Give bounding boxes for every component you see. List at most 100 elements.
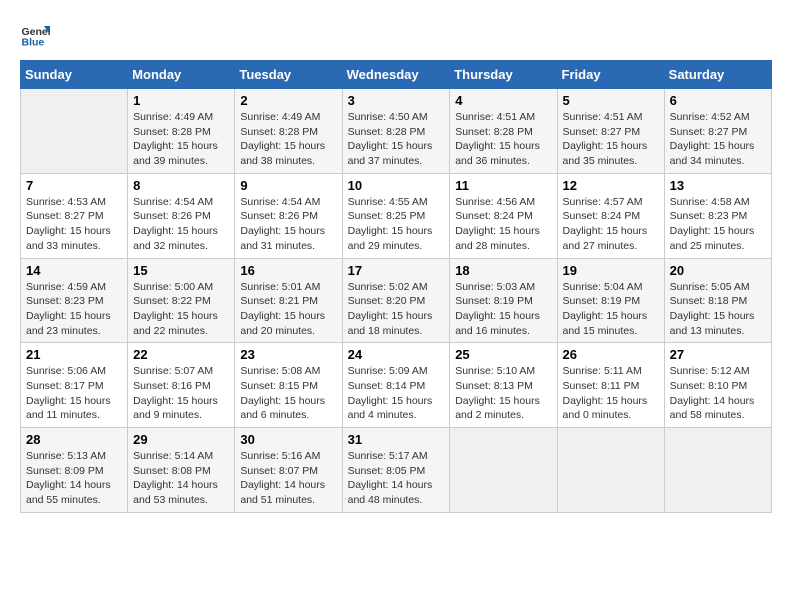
calendar-cell: 24 Sunrise: 5:09 AM Sunset: 8:14 PM Dayli… bbox=[342, 343, 450, 428]
header-cell-saturday: Saturday bbox=[664, 61, 771, 89]
day-number: 16 bbox=[240, 263, 336, 278]
week-row-1: 1Sunrise: 4:49 AM Sunset: 8:28 PM Daylig… bbox=[21, 89, 772, 174]
calendar-cell: 20 Sunrise: 5:05 AM Sunset: 8:18 PM Dayli… bbox=[664, 258, 771, 343]
logo-icon: General Blue bbox=[20, 20, 50, 50]
day-info: Sunrise: 4:58 AM Sunset: 8:23 PM Dayligh… bbox=[670, 195, 766, 254]
calendar-cell: 30 Sunrise: 5:16 AM Sunset: 8:07 PM Dayli… bbox=[235, 428, 342, 513]
header-cell-tuesday: Tuesday bbox=[235, 61, 342, 89]
day-number: 7 bbox=[26, 178, 122, 193]
day-number: 10 bbox=[348, 178, 445, 193]
day-number: 24 bbox=[348, 347, 445, 362]
day-number: 27 bbox=[670, 347, 766, 362]
day-info: Sunrise: 4:49 AM Sunset: 8:28 PM Dayligh… bbox=[240, 110, 336, 169]
day-info: Sunrise: 5:17 AM Sunset: 8:05 PM Dayligh… bbox=[348, 449, 445, 508]
day-number: 17 bbox=[348, 263, 445, 278]
day-number: 4 bbox=[455, 93, 551, 108]
day-number: 28 bbox=[26, 432, 122, 447]
day-number: 14 bbox=[26, 263, 122, 278]
day-number: 26 bbox=[563, 347, 659, 362]
day-info: Sunrise: 5:07 AM Sunset: 8:16 PM Dayligh… bbox=[133, 364, 229, 423]
header-cell-friday: Friday bbox=[557, 61, 664, 89]
calendar-cell: 14 Sunrise: 4:59 AM Sunset: 8:23 PM Dayli… bbox=[21, 258, 128, 343]
week-row-4: 21 Sunrise: 5:06 AM Sunset: 8:17 PM Dayli… bbox=[21, 343, 772, 428]
header-row: SundayMondayTuesdayWednesdayThursdayFrid… bbox=[21, 61, 772, 89]
calendar-cell: 23Sunrise: 5:08 AM Sunset: 8:15 PM Dayli… bbox=[235, 343, 342, 428]
calendar-header: SundayMondayTuesdayWednesdayThursdayFrid… bbox=[21, 61, 772, 89]
day-number: 11 bbox=[455, 178, 551, 193]
day-number: 19 bbox=[563, 263, 659, 278]
header-cell-wednesday: Wednesday bbox=[342, 61, 450, 89]
day-number: 18 bbox=[455, 263, 551, 278]
day-number: 30 bbox=[240, 432, 336, 447]
day-number: 23 bbox=[240, 347, 336, 362]
calendar-cell: 19Sunrise: 5:04 AM Sunset: 8:19 PM Dayli… bbox=[557, 258, 664, 343]
day-info: Sunrise: 5:06 AM Sunset: 8:17 PM Dayligh… bbox=[26, 364, 122, 423]
calendar-cell: 16 Sunrise: 5:01 AM Sunset: 8:21 PM Dayli… bbox=[235, 258, 342, 343]
header-cell-sunday: Sunday bbox=[21, 61, 128, 89]
calendar-cell: 27 Sunrise: 5:12 AM Sunset: 8:10 PM Dayli… bbox=[664, 343, 771, 428]
calendar-cell: 6Sunrise: 4:52 AM Sunset: 8:27 PM Daylig… bbox=[664, 89, 771, 174]
day-info: Sunrise: 4:53 AM Sunset: 8:27 PM Dayligh… bbox=[26, 195, 122, 254]
day-info: Sunrise: 5:14 AM Sunset: 8:08 PM Dayligh… bbox=[133, 449, 229, 508]
day-info: Sunrise: 4:52 AM Sunset: 8:27 PM Dayligh… bbox=[670, 110, 766, 169]
day-info: Sunrise: 4:59 AM Sunset: 8:23 PM Dayligh… bbox=[26, 280, 122, 339]
calendar-cell: 18 Sunrise: 5:03 AM Sunset: 8:19 PM Dayli… bbox=[450, 258, 557, 343]
calendar-cell: 1Sunrise: 4:49 AM Sunset: 8:28 PM Daylig… bbox=[128, 89, 235, 174]
page-header: General Blue bbox=[20, 20, 772, 50]
calendar-cell: 12 Sunrise: 4:57 AM Sunset: 8:24 PM Dayli… bbox=[557, 173, 664, 258]
day-info: Sunrise: 4:54 AM Sunset: 8:26 PM Dayligh… bbox=[240, 195, 336, 254]
day-info: Sunrise: 5:11 AM Sunset: 8:11 PM Dayligh… bbox=[563, 364, 659, 423]
day-info: Sunrise: 4:50 AM Sunset: 8:28 PM Dayligh… bbox=[348, 110, 445, 169]
calendar-cell: 2 Sunrise: 4:49 AM Sunset: 8:28 PM Daylig… bbox=[235, 89, 342, 174]
day-number: 3 bbox=[348, 93, 445, 108]
week-row-3: 14 Sunrise: 4:59 AM Sunset: 8:23 PM Dayli… bbox=[21, 258, 772, 343]
day-info: Sunrise: 4:49 AM Sunset: 8:28 PM Dayligh… bbox=[133, 110, 229, 169]
day-info: Sunrise: 4:51 AM Sunset: 8:27 PM Dayligh… bbox=[563, 110, 659, 169]
day-number: 5 bbox=[563, 93, 659, 108]
calendar-cell: 26 Sunrise: 5:11 AM Sunset: 8:11 PM Dayli… bbox=[557, 343, 664, 428]
week-row-2: 7 Sunrise: 4:53 AM Sunset: 8:27 PM Daylig… bbox=[21, 173, 772, 258]
day-number: 8 bbox=[133, 178, 229, 193]
calendar-cell bbox=[450, 428, 557, 513]
calendar-cell bbox=[21, 89, 128, 174]
day-number: 20 bbox=[670, 263, 766, 278]
calendar-cell bbox=[664, 428, 771, 513]
calendar-cell bbox=[557, 428, 664, 513]
calendar-cell: 3 Sunrise: 4:50 AM Sunset: 8:28 PM Daylig… bbox=[342, 89, 450, 174]
day-info: Sunrise: 5:02 AM Sunset: 8:20 PM Dayligh… bbox=[348, 280, 445, 339]
calendar-cell: 31 Sunrise: 5:17 AM Sunset: 8:05 PM Dayli… bbox=[342, 428, 450, 513]
calendar-cell: 8 Sunrise: 4:54 AM Sunset: 8:26 PM Daylig… bbox=[128, 173, 235, 258]
calendar-cell: 25Sunrise: 5:10 AM Sunset: 8:13 PM Dayli… bbox=[450, 343, 557, 428]
day-info: Sunrise: 5:09 AM Sunset: 8:14 PM Dayligh… bbox=[348, 364, 445, 423]
day-number: 29 bbox=[133, 432, 229, 447]
calendar-body: 1Sunrise: 4:49 AM Sunset: 8:28 PM Daylig… bbox=[21, 89, 772, 513]
calendar-cell: 17 Sunrise: 5:02 AM Sunset: 8:20 PM Dayli… bbox=[342, 258, 450, 343]
day-info: Sunrise: 5:13 AM Sunset: 8:09 PM Dayligh… bbox=[26, 449, 122, 508]
day-info: Sunrise: 4:55 AM Sunset: 8:25 PM Dayligh… bbox=[348, 195, 445, 254]
day-info: Sunrise: 5:05 AM Sunset: 8:18 PM Dayligh… bbox=[670, 280, 766, 339]
day-info: Sunrise: 5:01 AM Sunset: 8:21 PM Dayligh… bbox=[240, 280, 336, 339]
day-number: 13 bbox=[670, 178, 766, 193]
day-number: 21 bbox=[26, 347, 122, 362]
calendar-cell: 4Sunrise: 4:51 AM Sunset: 8:28 PM Daylig… bbox=[450, 89, 557, 174]
day-number: 2 bbox=[240, 93, 336, 108]
day-info: Sunrise: 4:54 AM Sunset: 8:26 PM Dayligh… bbox=[133, 195, 229, 254]
day-info: Sunrise: 4:57 AM Sunset: 8:24 PM Dayligh… bbox=[563, 195, 659, 254]
logo: General Blue bbox=[20, 20, 50, 50]
calendar-cell: 9Sunrise: 4:54 AM Sunset: 8:26 PM Daylig… bbox=[235, 173, 342, 258]
day-info: Sunrise: 5:12 AM Sunset: 8:10 PM Dayligh… bbox=[670, 364, 766, 423]
calendar-table: SundayMondayTuesdayWednesdayThursdayFrid… bbox=[20, 60, 772, 513]
day-number: 31 bbox=[348, 432, 445, 447]
day-number: 25 bbox=[455, 347, 551, 362]
day-number: 22 bbox=[133, 347, 229, 362]
calendar-cell: 28 Sunrise: 5:13 AM Sunset: 8:09 PM Dayli… bbox=[21, 428, 128, 513]
calendar-cell: 22 Sunrise: 5:07 AM Sunset: 8:16 PM Dayli… bbox=[128, 343, 235, 428]
calendar-cell: 10 Sunrise: 4:55 AM Sunset: 8:25 PM Dayli… bbox=[342, 173, 450, 258]
calendar-cell: 13 Sunrise: 4:58 AM Sunset: 8:23 PM Dayli… bbox=[664, 173, 771, 258]
day-number: 15 bbox=[133, 263, 229, 278]
day-info: Sunrise: 5:03 AM Sunset: 8:19 PM Dayligh… bbox=[455, 280, 551, 339]
day-info: Sunrise: 5:16 AM Sunset: 8:07 PM Dayligh… bbox=[240, 449, 336, 508]
calendar-cell: 5 Sunrise: 4:51 AM Sunset: 8:27 PM Daylig… bbox=[557, 89, 664, 174]
day-number: 12 bbox=[563, 178, 659, 193]
header-cell-monday: Monday bbox=[128, 61, 235, 89]
